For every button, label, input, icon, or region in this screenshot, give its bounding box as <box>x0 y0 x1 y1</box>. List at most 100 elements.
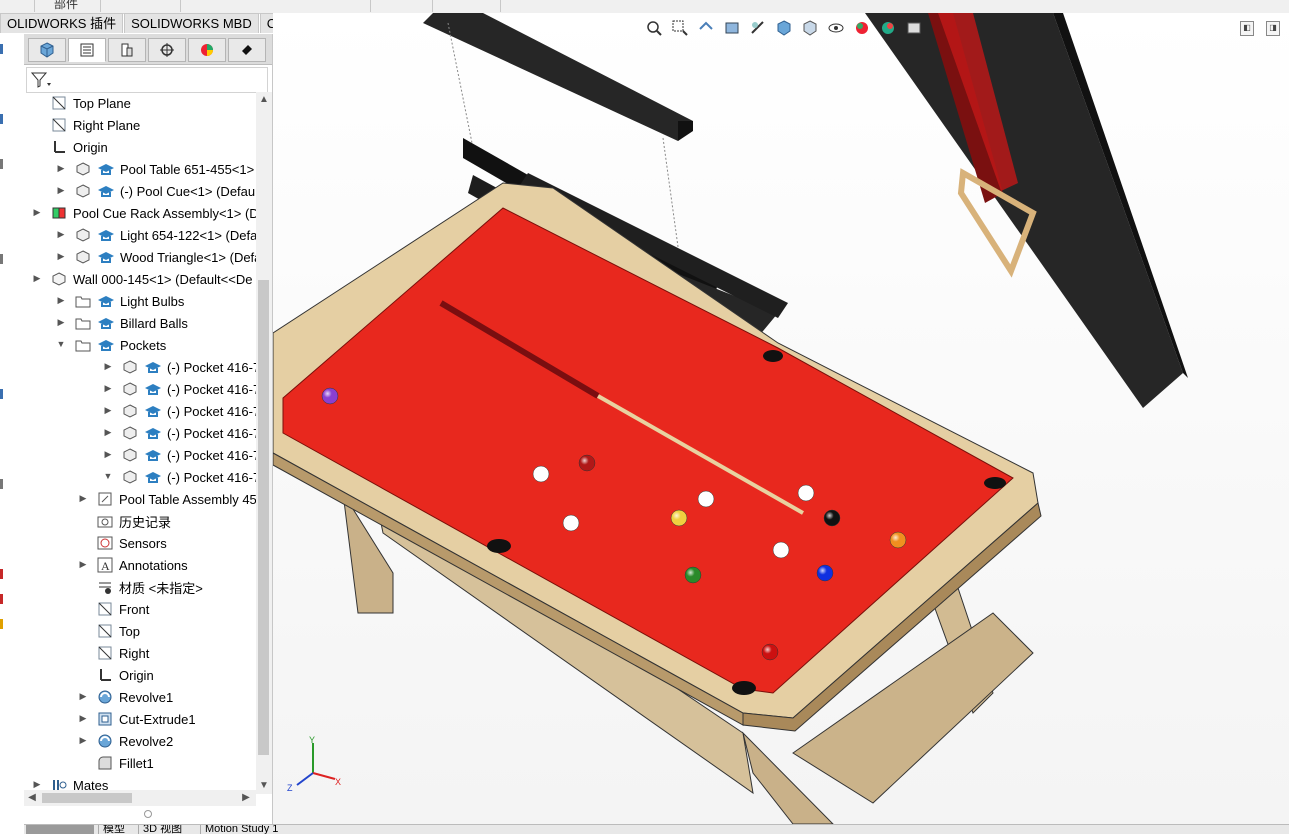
tree-item[interactable]: (-) Pocket 416-784<10> <box>121 356 256 378</box>
expand-arrow-icon[interactable]: ▶ <box>56 251 66 262</box>
ball-highlight <box>322 388 338 404</box>
expand-arrow-icon[interactable]: ▶ <box>56 295 66 306</box>
triad-z-label: Z <box>287 783 293 793</box>
tree-item[interactable]: Revolve2 <box>96 730 173 752</box>
dimxpert-icon[interactable] <box>148 38 186 62</box>
tree-filter[interactable] <box>26 67 268 93</box>
expand-arrow-icon[interactable]: ▶ <box>56 185 66 196</box>
expand-arrow-icon[interactable]: ▶ <box>103 427 113 438</box>
tree-item-label: Sensors <box>119 535 167 551</box>
tree-item[interactable]: Origin <box>96 664 154 686</box>
maximize-window-icon[interactable]: ◨ <box>1266 21 1280 36</box>
display-state-icon <box>97 226 115 244</box>
display-style-icon[interactable] <box>799 17 821 39</box>
scroll-up-arrow-icon[interactable]: ▲ <box>256 94 272 105</box>
expand-arrow-icon[interactable]: ▶ <box>32 779 42 790</box>
expand-arrow-icon[interactable]: ▶ <box>56 229 66 240</box>
dynamic-annotation-icon[interactable] <box>747 17 769 39</box>
tree-item[interactable]: Pool Table 651-455<1> (De <box>74 158 256 180</box>
scroll-right-arrow-icon[interactable]: ▶ <box>238 792 254 803</box>
view-orientation-icon[interactable] <box>773 17 795 39</box>
edit-appearance-icon[interactable] <box>851 17 873 39</box>
tree-item-label: Billard Balls <box>120 315 188 331</box>
restore-window-icon[interactable]: ◧ <box>1240 21 1254 36</box>
hide-show-icon[interactable] <box>825 17 847 39</box>
expand-arrow-icon[interactable]: ▶ <box>103 361 113 372</box>
expand-arrow-icon[interactable]: ▶ <box>103 405 113 416</box>
tree-item[interactable]: (-) Pocket 416-784<4> <box>121 444 256 466</box>
panel-splitter-handle[interactable] <box>144 810 152 818</box>
scroll-thumb[interactable] <box>258 280 269 755</box>
tree-vertical-scrollbar[interactable]: ▲ ▼ <box>256 92 272 794</box>
tab-solidworks-mbd[interactable]: SOLIDWORKS MBD <box>124 13 259 33</box>
tree-item[interactable]: (-) Pocket 416-784<9> <box>121 378 256 400</box>
featuremanager-icon[interactable] <box>28 38 66 62</box>
expand-arrow-icon[interactable]: ▶ <box>78 559 88 570</box>
expand-arrow-icon[interactable]: ▶ <box>103 449 113 460</box>
collapse-arrow-icon[interactable]: ▼ <box>56 339 66 349</box>
apply-scene-icon[interactable] <box>877 17 899 39</box>
section-view-icon[interactable] <box>721 17 743 39</box>
tree-item[interactable]: Pool Cue Rack Assembly<1> (D <box>50 202 256 224</box>
zoom-area-icon[interactable] <box>669 17 691 39</box>
tree-item[interactable]: Sensors <box>96 532 167 554</box>
expand-arrow-icon[interactable]: ▶ <box>78 713 88 724</box>
tree-item[interactable]: Top <box>96 620 140 642</box>
tree-item[interactable]: (-) Pocket 416-784<3> <box>121 466 256 488</box>
tree-item[interactable]: (-) Pocket 416-784<8> <box>121 400 256 422</box>
scroll-left-arrow-icon[interactable]: ◀ <box>24 792 40 803</box>
tree-item[interactable]: Right Plane <box>50 114 140 136</box>
tree-item-label: Cut-Extrude1 <box>119 711 196 727</box>
collapse-arrow-icon[interactable]: ▼ <box>103 471 113 481</box>
tree-item[interactable]: Fillet1 <box>96 752 154 774</box>
tree-item[interactable]: Front <box>96 598 149 620</box>
tree-item[interactable]: 材质 <未指定> <box>96 576 203 598</box>
tree-item[interactable]: Pockets <box>74 334 166 356</box>
expand-arrow-icon[interactable]: ▶ <box>78 691 88 702</box>
graphics-area[interactable]: ◧ ◨ Y X Z <box>273 13 1289 824</box>
filter-icon[interactable] <box>31 71 53 89</box>
previous-view-icon[interactable] <box>695 17 717 39</box>
propertymanager-icon[interactable] <box>68 38 106 62</box>
folder-icon <box>74 336 92 354</box>
expand-arrow-icon[interactable]: ▶ <box>32 273 42 284</box>
expand-arrow-icon[interactable]: ▶ <box>78 493 88 504</box>
tree-item[interactable]: Cut-Extrude1 <box>96 708 196 730</box>
tree-item[interactable]: Billard Balls <box>74 312 188 334</box>
expand-arrow-icon[interactable]: ▶ <box>32 207 42 218</box>
view-settings-icon[interactable] <box>903 17 925 39</box>
tree-item-label: (-) Pocket 416-784<3> <box>167 469 256 485</box>
tree-item[interactable]: Wood Triangle<1> (Defaul <box>74 246 256 268</box>
tree-item-label: Right <box>119 645 150 661</box>
hscroll-thumb[interactable] <box>42 793 132 803</box>
tree-item[interactable]: Origin <box>50 136 108 158</box>
display-state-icon <box>144 358 162 376</box>
scroll-down-arrow-icon[interactable]: ▼ <box>256 780 272 791</box>
tree-item[interactable]: 历史记录 <box>96 510 171 532</box>
tab-solidworks-addins[interactable]: OLIDWORKS 插件 <box>0 13 124 33</box>
expand-arrow-icon[interactable]: ▶ <box>78 735 88 746</box>
zoom-to-fit-icon[interactable] <box>643 17 665 39</box>
tree-horizontal-scrollbar[interactable]: ◀ ▶ <box>24 790 256 806</box>
cam-icon[interactable] <box>228 38 266 62</box>
tree-item[interactable]: Right <box>96 642 149 664</box>
tree-item[interactable]: (-) Pool Cue<1> (Default<< <box>74 180 256 202</box>
tree-item[interactable]: Revolve1 <box>96 686 173 708</box>
ball-highlight <box>533 466 549 482</box>
tree-item[interactable]: Light 654-122<1> (Default< <box>74 224 256 246</box>
expand-arrow-icon[interactable]: ▶ <box>56 317 66 328</box>
tree-item[interactable]: Light Bulbs <box>74 290 184 312</box>
tree-item-label: (-) Pool Cue<1> (Default<< <box>120 183 256 199</box>
tree-item-label: Front <box>119 601 150 617</box>
expand-arrow-icon[interactable]: ▶ <box>103 383 113 394</box>
tree-item[interactable]: Pool Table Assembly 45 <box>96 488 256 510</box>
tree-item[interactable]: Top Plane <box>50 92 131 114</box>
tree-item-label: (-) Pocket 416-784<9> <box>167 381 256 397</box>
tree-item[interactable]: (-) Pocket 416-784<7> <box>121 422 256 444</box>
expand-arrow-icon[interactable]: ▶ <box>56 163 66 174</box>
menu-label[interactable]: 部件 <box>54 0 78 12</box>
display-manager-icon[interactable] <box>188 38 226 62</box>
tree-item[interactable]: A Annotations <box>96 554 188 576</box>
configurationmanager-icon[interactable] <box>108 38 146 62</box>
tree-item[interactable]: Wall 000-145<1> (Default<<De <box>50 268 252 290</box>
